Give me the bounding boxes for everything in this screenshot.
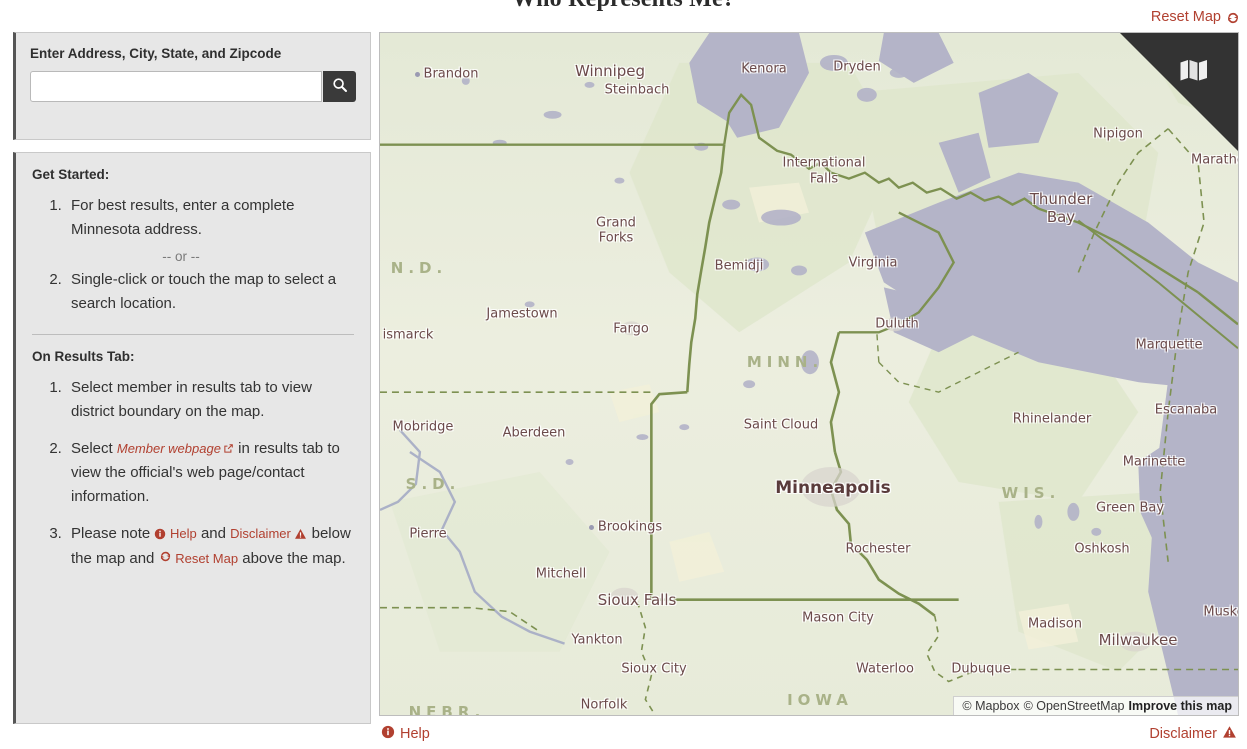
search-input[interactable] [30, 70, 322, 102]
map-city-dot [589, 525, 594, 530]
results-step-3-suffix: above the map. [242, 549, 346, 567]
reset-map-label-top: Reset Map [1150, 9, 1221, 25]
footer: Help Disclaimer [379, 722, 1239, 749]
search-label: Enter Address, City, State, and Zipcode [30, 46, 282, 61]
get-started-heading: Get Started: [32, 167, 110, 182]
results-step-1: Select member in results tab to view dis… [66, 376, 354, 424]
refresh-icon [1226, 11, 1239, 24]
map-ribbon [1120, 33, 1238, 151]
disclaimer-link-inline[interactable]: Disclaimer [230, 526, 307, 541]
get-started-step-1-text: For best results, enter a complete Minne… [71, 197, 295, 238]
map-viewport[interactable]: Brandon Winnipeg Steinbach Kenora Dryden Nipi… [379, 32, 1239, 716]
help-link-inline[interactable]: Help [154, 526, 197, 541]
map-canvas [380, 33, 1238, 715]
results-tab-heading: On Results Tab: [32, 349, 135, 364]
results-step-2-prefix: Select [71, 440, 113, 457]
search-button[interactable] [323, 70, 356, 102]
map-layers-icon[interactable] [1180, 59, 1208, 86]
member-webpage-link[interactable]: Member webpage [117, 441, 234, 456]
attrib-mapbox[interactable]: © Mapbox [962, 699, 1019, 713]
get-started-list: For best results, enter a complete Minne… [32, 194, 354, 242]
results-step-3-prefix: Please note [71, 525, 151, 542]
disclaimer-link-footer[interactable]: Disclaimer [1149, 725, 1237, 743]
help-link-footer[interactable]: Help [381, 725, 430, 743]
results-step-3-and: and [200, 525, 226, 542]
results-step-1-text: Select member in results tab to view dis… [71, 379, 312, 420]
search-icon [332, 77, 348, 96]
get-started-list-2: Single-click or touch the map to select … [32, 268, 354, 316]
get-started-step-2: Single-click or touch the map to select … [66, 268, 354, 316]
warning-icon-footer [1222, 725, 1237, 743]
reset-map-link-inline[interactable]: Reset Map [159, 550, 239, 566]
member-webpage-label: Member webpage [116, 441, 221, 456]
warning-icon [294, 526, 307, 547]
refresh-icon-inline [159, 550, 172, 563]
sidebar: Enter Address, City, State, and Zipcode … [13, 32, 371, 724]
map-city-dot [414, 72, 420, 77]
page-title: Who Represents Me? [0, 0, 1247, 13]
divider [32, 334, 354, 335]
attrib-osm[interactable]: © OpenStreetMap [1024, 699, 1125, 713]
reset-map-button-top[interactable]: Reset Map [1151, 9, 1239, 25]
search-row [30, 70, 356, 102]
results-tab-list: Select member in results tab to view dis… [32, 376, 354, 571]
get-started-step-1: For best results, enter a complete Minne… [66, 194, 354, 242]
reset-map-inline-label: Reset Map [175, 550, 239, 566]
instructions-panel: Get Started: For best results, enter a c… [13, 152, 371, 724]
disclaimer-label-footer: Disclaimer [1149, 726, 1217, 742]
app-root: Who Represents Me? Reset Map Enter Addre… [0, 0, 1247, 749]
map-attribution[interactable]: © Mapbox © OpenStreetMap Improve this map [953, 696, 1238, 715]
disclaimer-inline-label: Disclaimer [230, 526, 291, 541]
results-step-2: Select Member webpage in results tab to … [66, 437, 354, 509]
help-inline-label: Help [170, 526, 197, 541]
get-started-step-2-text: Single-click or touch the map to select … [71, 271, 337, 312]
external-link-icon [223, 440, 234, 461]
or-divider: -- or -- [162, 249, 200, 264]
help-label-footer: Help [400, 726, 430, 742]
info-icon-footer [381, 725, 395, 743]
info-icon [154, 526, 166, 547]
attrib-improve[interactable]: Improve this map [1129, 699, 1233, 713]
results-step-3: Please note Help and Disclaimer below th… [66, 522, 354, 571]
search-panel: Enter Address, City, State, and Zipcode [13, 32, 371, 140]
